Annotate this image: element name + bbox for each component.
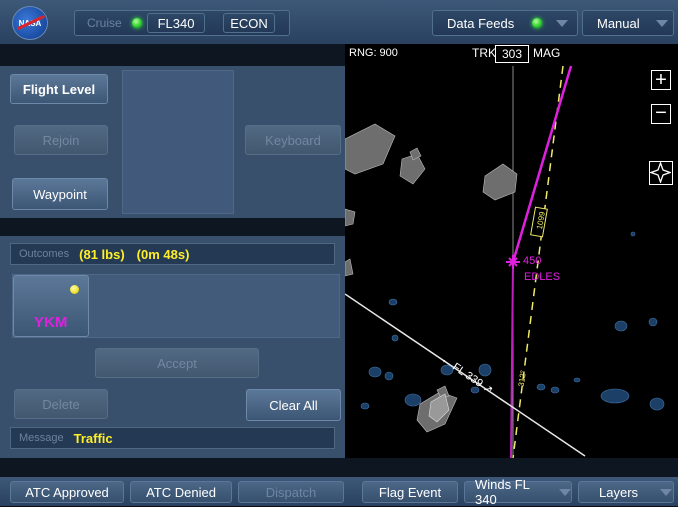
precip-cell — [573, 377, 581, 383]
chevron-down-icon — [660, 488, 673, 496]
message-value: Traffic — [73, 430, 113, 446]
manual-mode-dropdown[interactable]: Manual — [582, 10, 674, 36]
precip-cell — [478, 363, 492, 377]
precip-cell — [384, 371, 394, 381]
precip-cell — [368, 366, 382, 378]
layers-label: Layers — [599, 484, 639, 500]
panel-divider-band — [0, 218, 345, 236]
weather-cell — [345, 208, 356, 227]
chevron-down-icon — [556, 19, 569, 27]
bottom-band — [0, 458, 678, 477]
outcomes-field: Outcomes (81 lbs) (0m 48s) — [10, 243, 335, 265]
manual-label: Manual — [597, 15, 640, 31]
zoom-in-button[interactable]: + — [651, 70, 671, 90]
weather-cell — [345, 123, 396, 175]
mode-readout[interactable]: ECON — [223, 13, 275, 33]
selection-area — [122, 70, 234, 214]
fix-altitude: 450 — [523, 255, 542, 267]
map-display[interactable]: RNG: 900 TRK 303 MAG 1099 450 EDLES ← FL… — [345, 44, 678, 458]
cruise-status-light — [131, 18, 142, 28]
waypoint-name: YKM — [34, 314, 68, 331]
waypoint-button[interactable]: Waypoint — [12, 178, 108, 210]
precip-cell — [391, 334, 399, 342]
cruise-status-group: Cruise FL340 ECON — [74, 10, 290, 36]
outcome-time: (0m 48s) — [136, 246, 190, 262]
waypoint-item-ykm[interactable]: YKM — [13, 275, 89, 337]
accept-button[interactable]: Accept — [95, 348, 259, 378]
zoom-out-button[interactable]: − — [651, 103, 671, 124]
layers-dropdown[interactable]: Layers — [578, 481, 674, 503]
data-feeds-status-light — [532, 18, 543, 28]
delete-button[interactable]: Delete — [14, 389, 108, 419]
message-field: Message Traffic — [10, 427, 335, 449]
precip-cell — [536, 383, 546, 391]
atc-denied-button[interactable]: ATC Denied — [130, 481, 232, 503]
fix-name: EDLES — [524, 271, 561, 283]
cruise-label: Cruise — [87, 16, 122, 30]
mag-label: MAG — [533, 46, 561, 60]
data-feeds-label: Data Feeds — [447, 15, 515, 31]
chevron-down-icon — [559, 488, 571, 496]
flight-level-button[interactable]: Flight Level — [10, 74, 108, 104]
waypoint-fix-symbol — [506, 255, 520, 269]
clear-all-button[interactable]: Clear All — [246, 389, 341, 421]
trk-label: TRK — [472, 46, 496, 60]
precip-cell — [614, 320, 628, 332]
precip-cell — [649, 397, 665, 411]
waypoint-indicator-light — [70, 285, 79, 294]
precip-cell — [630, 231, 636, 237]
outcome-fuel: (81 lbs) — [79, 246, 125, 262]
map-canvas — [345, 65, 665, 458]
precip-cell — [388, 298, 398, 306]
winds-dropdown[interactable]: Winds FL 340 — [464, 477, 572, 507]
range-readout: RNG: 900 — [349, 47, 398, 59]
nasa-logo: NASA — [12, 6, 48, 40]
track-value: 303 — [495, 45, 529, 63]
dispatch-button[interactable]: Dispatch — [238, 481, 344, 503]
weather-cell — [482, 163, 518, 201]
weather-cell — [345, 258, 354, 277]
message-label: Message — [19, 432, 64, 444]
rejoin-button[interactable]: Rejoin — [14, 125, 108, 155]
winds-label: Winds FL 340 — [475, 477, 530, 507]
outcomes-label: Outcomes — [19, 248, 70, 260]
top-bar: NASA Cruise FL340 ECON Data Feeds Manual — [0, 0, 678, 45]
keyboard-button[interactable]: Keyboard — [245, 125, 341, 155]
chevron-down-icon — [655, 19, 668, 27]
panel-header-band — [0, 44, 345, 66]
precip-cell — [648, 317, 658, 327]
precip-cell — [600, 388, 630, 404]
flag-event-button[interactable]: Flag Event — [362, 481, 458, 503]
atc-approved-button[interactable]: ATC Approved — [10, 481, 124, 503]
flight-level-readout[interactable]: FL340 — [147, 13, 205, 33]
data-feeds-button[interactable]: Data Feeds — [432, 10, 578, 36]
outcomes-panel — [0, 236, 345, 458]
compass-star-icon — [649, 161, 672, 184]
precip-cell — [550, 386, 560, 394]
bottom-toolbar: ATC Approved ATC Denied Dispatch Flag Ev… — [0, 477, 678, 507]
precip-cell — [360, 402, 370, 410]
precip-cell — [404, 393, 422, 407]
recenter-button[interactable] — [649, 161, 673, 185]
